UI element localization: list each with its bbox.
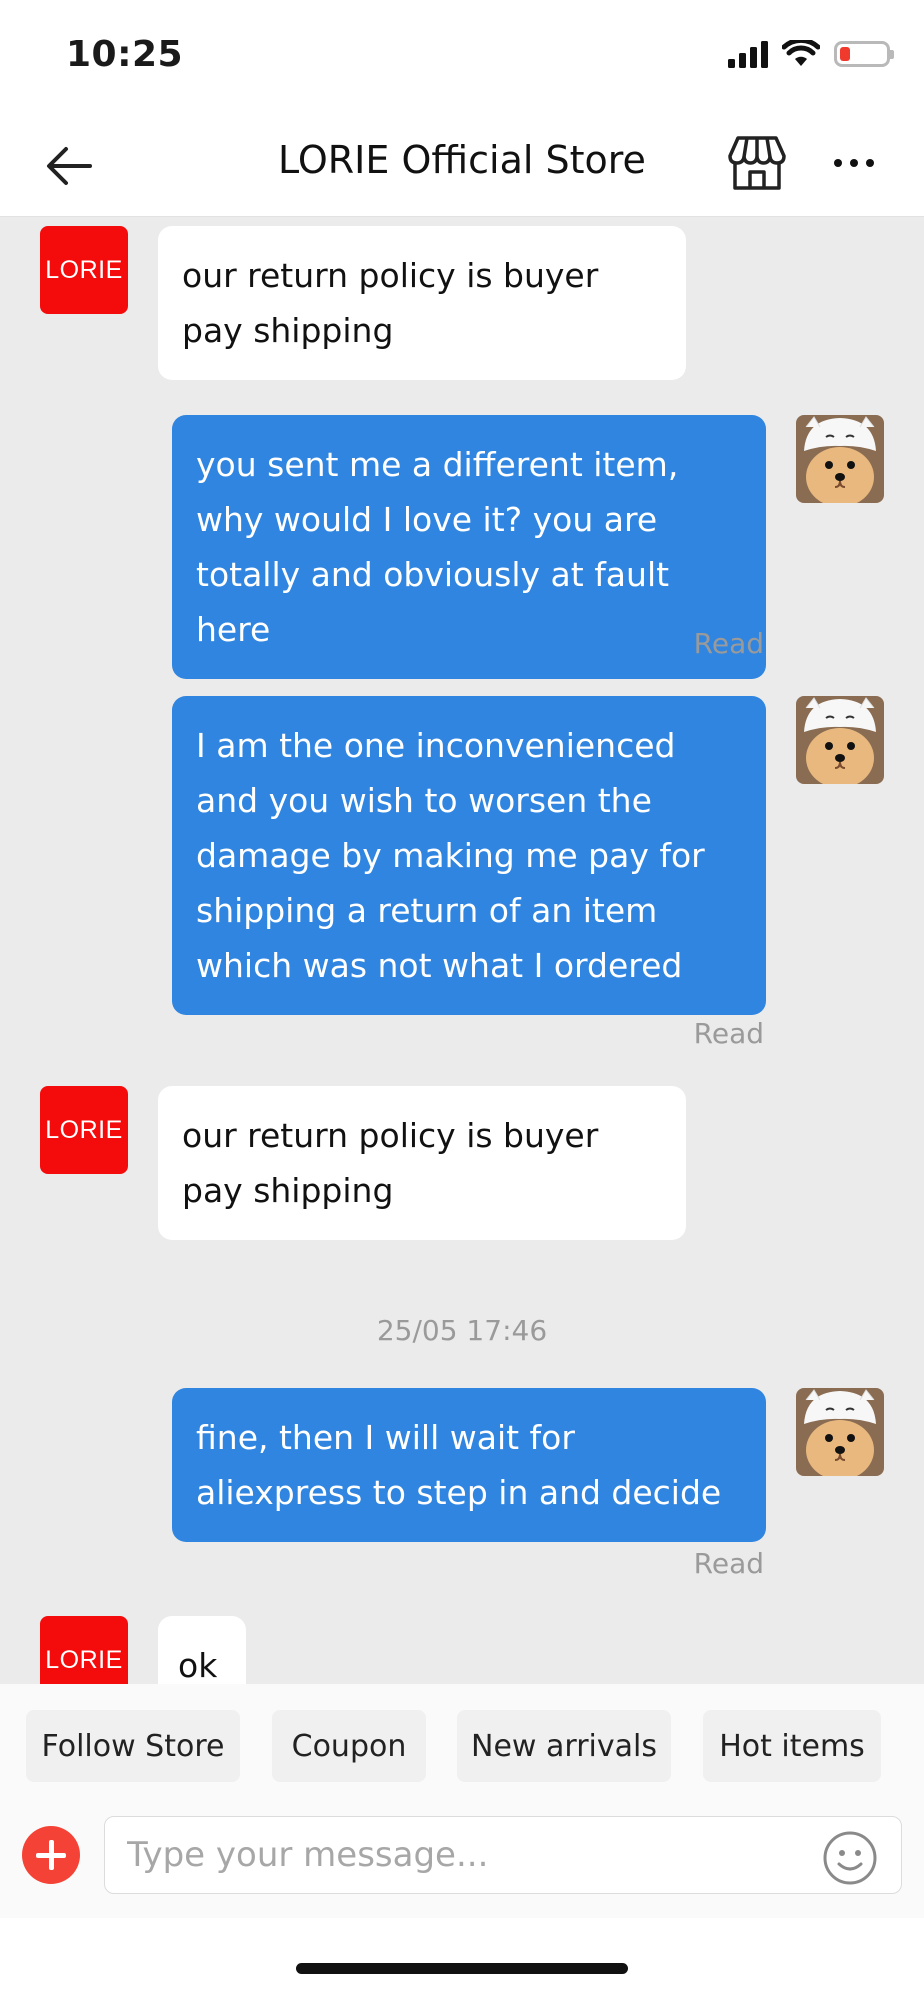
hot-items-chip[interactable]: Hot items [703,1710,881,1782]
new-arrivals-chip[interactable]: New arrivals [457,1710,671,1782]
store-avatar[interactable]: LORIE [40,1086,128,1174]
user-avatar[interactable] [796,696,884,784]
wifi-icon [782,40,820,66]
chat-header: LORIE Official Store [0,110,924,217]
cellular-signal-icon [728,40,768,68]
add-attachment-button[interactable] [22,1826,80,1884]
dog-photo-avatar-icon [796,1388,884,1476]
battery-icon [834,41,894,67]
more-options-button[interactable] [826,140,882,186]
dog-photo-avatar-icon [796,415,884,503]
user-avatar[interactable] [796,1388,884,1476]
message-bubble-store[interactable]: our return policy is buyer pay shipping [158,1086,686,1240]
status-bar: 10:25 [0,0,924,110]
store-avatar[interactable]: LORIE [40,1616,128,1684]
read-status: Read [693,1547,764,1580]
status-icons [728,40,894,68]
more-dots-icon [834,159,842,167]
chat-messages[interactable]: LORIE our return policy is buyer pay shi… [0,217,924,1684]
read-status: Read [693,1017,764,1050]
store-avatar[interactable]: LORIE [40,226,128,314]
store-button[interactable] [726,132,788,194]
message-bubble-user[interactable]: fine, then I will wait for aliexpress to… [172,1388,766,1542]
emoji-button[interactable] [822,1830,878,1886]
storefront-icon [728,136,786,190]
composer [0,1802,924,1918]
message-input[interactable] [104,1816,902,1894]
message-bubble-store[interactable]: ok [158,1616,246,1684]
dog-photo-avatar-icon [796,696,884,784]
coupon-chip[interactable]: Coupon [272,1710,426,1782]
message-bubble-user[interactable]: I am the one inconvenienced and you wish… [172,696,766,1015]
home-indicator [296,1963,628,1974]
read-status: Read [693,627,764,660]
user-avatar[interactable] [796,415,884,503]
status-time: 10:25 [66,34,184,75]
message-timestamp: 25/05 17:46 [376,1314,548,1347]
follow-store-chip[interactable]: Follow Store [26,1710,240,1782]
message-bubble-store[interactable]: our return policy is buyer pay shipping [158,226,686,380]
quick-actions-bar: Follow Store Coupon New arrivals Hot ite… [0,1684,924,1802]
smiley-icon [823,1831,877,1885]
battery-level [840,47,850,61]
message-bubble-user[interactable]: you sent me a different item, why would … [172,415,766,679]
